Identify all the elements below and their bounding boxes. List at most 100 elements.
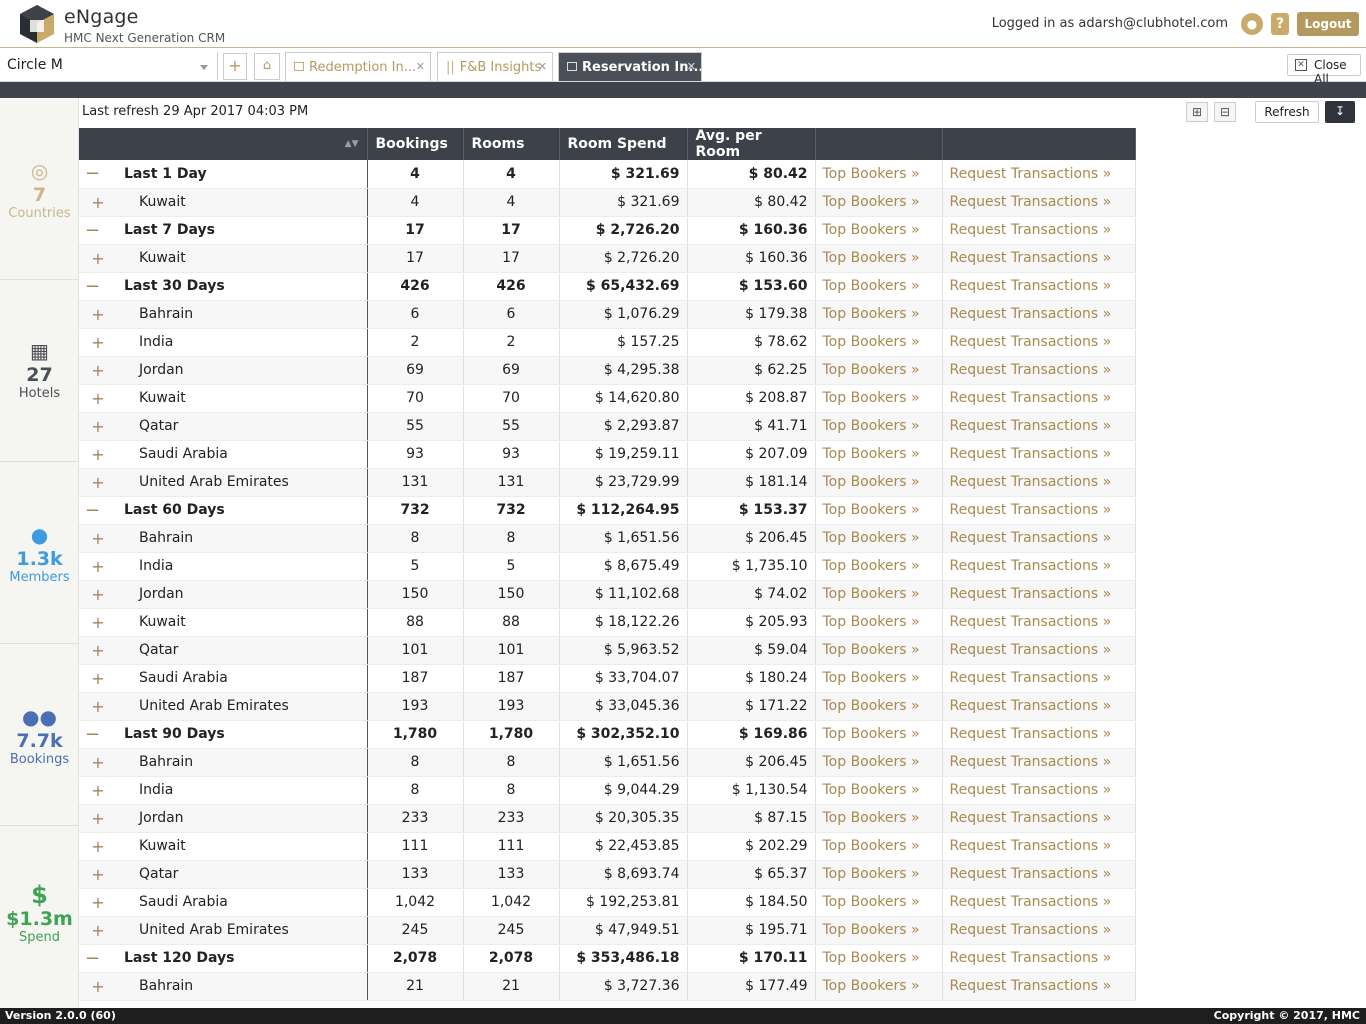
expand-icon[interactable]: + [79,384,117,413]
request-transactions-link[interactable]: Request Transactions » [942,916,1136,945]
collapse-icon[interactable]: − [79,720,117,749]
collapse-icon[interactable]: − [79,944,117,973]
close-all-button[interactable]: ✕ Close All [1287,54,1361,86]
top-bookers-link[interactable]: Top Bookers » [815,608,943,637]
expand-icon[interactable]: + [79,580,117,609]
logout-button[interactable]: Logout [1297,12,1359,36]
request-transactions-link[interactable]: Request Transactions » [942,384,1136,413]
expand-icon[interactable]: + [79,412,117,441]
expand-icon[interactable]: + [79,468,117,497]
download-icon[interactable]: ↧ [1325,101,1355,123]
expand-icon[interactable]: + [79,188,117,217]
collapse-all-icon[interactable]: ⊟ [1214,102,1236,122]
expand-icon[interactable]: + [79,636,117,665]
request-transactions-link[interactable]: Request Transactions » [942,412,1136,441]
circle-selector[interactable]: Circle M [0,52,218,80]
request-transactions-link[interactable]: Request Transactions » [942,496,1136,525]
request-transactions-link[interactable]: Request Transactions » [942,608,1136,637]
home-icon[interactable]: ⌂ [254,53,280,80]
top-bookers-link[interactable]: Top Bookers » [815,440,943,469]
expand-icon[interactable]: + [79,748,117,777]
request-transactions-link[interactable]: Request Transactions » [942,552,1136,581]
top-bookers-link[interactable]: Top Bookers » [815,832,943,861]
request-transactions-link[interactable]: Request Transactions » [942,860,1136,889]
tab-reservation-insights[interactable]: Reservation In... ✕ [558,52,702,81]
expand-icon[interactable]: + [79,776,117,805]
engage-logo-icon[interactable] [18,4,56,44]
expand-icon[interactable]: + [79,524,117,553]
top-bookers-link[interactable]: Top Bookers » [815,468,943,497]
stat-hotels[interactable]: ▦ 27 Hotels [0,280,79,462]
stat-bookings[interactable]: ●● 7.7k Bookings [0,644,79,826]
expand-icon[interactable]: + [79,972,117,1001]
top-bookers-link[interactable]: Top Bookers » [815,160,943,189]
request-transactions-link[interactable]: Request Transactions » [942,244,1136,273]
top-bookers-link[interactable]: Top Bookers » [815,916,943,945]
expand-icon[interactable]: + [79,860,117,889]
top-bookers-link[interactable]: Top Bookers » [815,496,943,525]
request-transactions-link[interactable]: Request Transactions » [942,748,1136,777]
request-transactions-link[interactable]: Request Transactions » [942,216,1136,245]
request-transactions-link[interactable]: Request Transactions » [942,636,1136,665]
request-transactions-link[interactable]: Request Transactions » [942,832,1136,861]
collapse-icon[interactable]: − [79,216,117,245]
col-rooms[interactable]: Rooms [463,128,560,160]
top-bookers-link[interactable]: Top Bookers » [815,944,943,973]
tab-fb-insights[interactable]: || F&B Insights ✕ [437,52,553,81]
request-transactions-link[interactable]: Request Transactions » [942,776,1136,805]
top-bookers-link[interactable]: Top Bookers » [815,692,943,721]
expand-icon[interactable]: + [79,552,117,581]
top-bookers-link[interactable]: Top Bookers » [815,412,943,441]
top-bookers-link[interactable]: Top Bookers » [815,720,943,749]
expand-icon[interactable]: + [79,832,117,861]
top-bookers-link[interactable]: Top Bookers » [815,664,943,693]
top-bookers-link[interactable]: Top Bookers » [815,776,943,805]
expand-icon[interactable]: + [79,440,117,469]
tab-redemption-insights[interactable]: Redemption In... ✕ [285,52,431,81]
top-bookers-link[interactable]: Top Bookers » [815,552,943,581]
expand-icon[interactable]: + [79,888,117,917]
request-transactions-link[interactable]: Request Transactions » [942,272,1136,301]
expand-icon[interactable]: + [79,356,117,385]
request-transactions-link[interactable]: Request Transactions » [942,188,1136,217]
expand-icon[interactable]: + [79,244,117,273]
request-transactions-link[interactable]: Request Transactions » [942,468,1136,497]
expand-icon[interactable]: + [79,664,117,693]
stat-members[interactable]: ● 1.3k Members [0,462,79,644]
request-transactions-link[interactable]: Request Transactions » [942,692,1136,721]
expand-icon[interactable]: + [79,916,117,945]
request-transactions-link[interactable]: Request Transactions » [942,720,1136,749]
top-bookers-link[interactable]: Top Bookers » [815,636,943,665]
request-transactions-link[interactable]: Request Transactions » [942,972,1136,1001]
collapse-icon[interactable]: − [79,272,117,301]
expand-icon[interactable]: + [79,692,117,721]
request-transactions-link[interactable]: Request Transactions » [942,804,1136,833]
sort-icon[interactable]: ▲▼ [117,128,368,160]
bell-icon[interactable]: ● [1241,13,1263,35]
request-transactions-link[interactable]: Request Transactions » [942,944,1136,973]
collapse-icon[interactable]: − [79,496,117,525]
request-transactions-link[interactable]: Request Transactions » [942,440,1136,469]
top-bookers-link[interactable]: Top Bookers » [815,328,943,357]
top-bookers-link[interactable]: Top Bookers » [815,216,943,245]
top-bookers-link[interactable]: Top Bookers » [815,580,943,609]
top-bookers-link[interactable]: Top Bookers » [815,748,943,777]
stat-spend[interactable]: $ $1.3m Spend [0,826,79,1008]
help-icon[interactable]: ? [1271,13,1289,35]
top-bookers-link[interactable]: Top Bookers » [815,300,943,329]
top-bookers-link[interactable]: Top Bookers » [815,188,943,217]
refresh-button[interactable]: Refresh [1255,101,1319,123]
collapse-icon[interactable]: − [79,160,117,189]
expand-icon[interactable]: + [79,608,117,637]
expand-icon[interactable]: + [79,328,117,357]
request-transactions-link[interactable]: Request Transactions » [942,524,1136,553]
top-bookers-link[interactable]: Top Bookers » [815,384,943,413]
request-transactions-link[interactable]: Request Transactions » [942,580,1136,609]
close-icon[interactable]: ✕ [538,60,547,73]
close-icon[interactable]: ✕ [416,60,425,73]
top-bookers-link[interactable]: Top Bookers » [815,272,943,301]
expand-all-icon[interactable]: ⊞ [1186,102,1208,122]
close-icon[interactable]: ✕ [687,60,696,73]
request-transactions-link[interactable]: Request Transactions » [942,356,1136,385]
add-tab-button[interactable]: + [223,53,247,80]
